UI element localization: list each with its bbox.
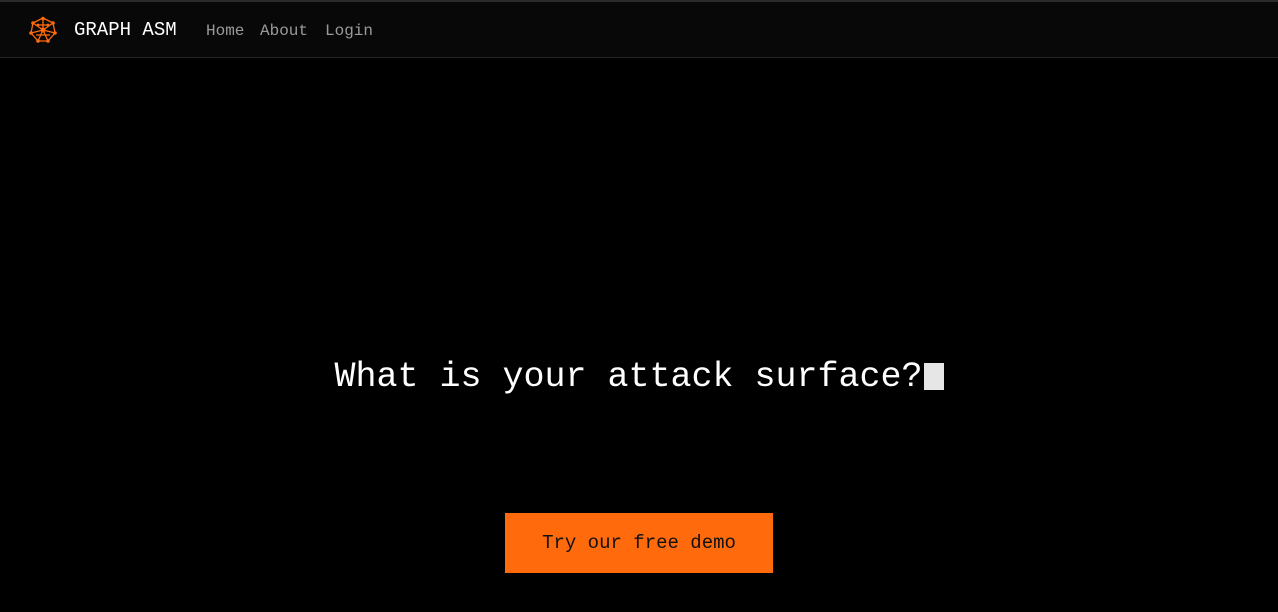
try-demo-button[interactable]: Try our free demo [505, 513, 773, 573]
hero-title-text: What is your attack surface? [334, 357, 923, 397]
typing-cursor [923, 363, 944, 390]
nav-about-link[interactable]: About [260, 21, 308, 41]
nav-home-link[interactable]: Home [206, 21, 244, 41]
hero-title: What is your attack surface? [0, 355, 1278, 399]
nav-login-link[interactable]: Login [325, 21, 373, 41]
brand-name[interactable]: GRAPH ASM [74, 18, 177, 42]
network-graph-icon[interactable] [28, 16, 58, 44]
navbar: GRAPH ASM Home About Login [0, 2, 1278, 58]
